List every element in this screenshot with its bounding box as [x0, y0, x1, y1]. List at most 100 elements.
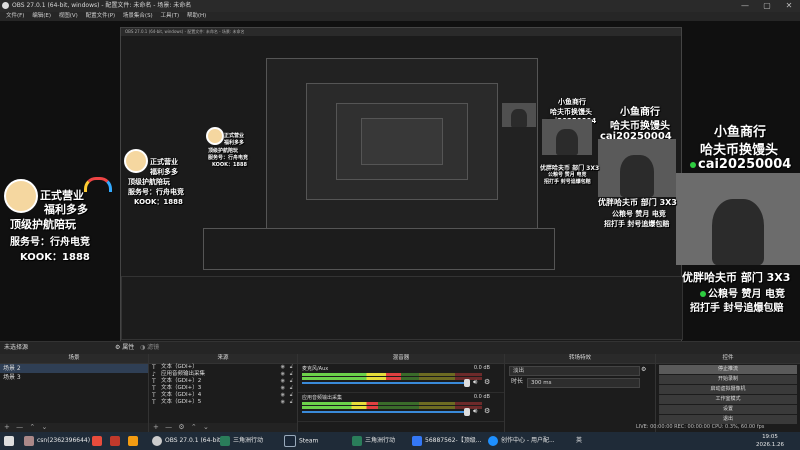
stream-sub2: 招打手 封号追爆包赔 [690, 303, 784, 314]
lock-icon[interactable]: 🔓︎ [290, 364, 293, 371]
minimize-button[interactable]: — [734, 0, 756, 12]
scene-item[interactable]: 场景 2 [0, 364, 148, 373]
taskbar-item-label: OBS 27.0.1 (64-bit... [165, 437, 227, 444]
add-transition-button[interactable]: ⚙ [641, 364, 646, 376]
duration-input[interactable]: 300 ms [527, 378, 640, 388]
source-item[interactable]: T 文本（GDI+）2 ◉ 🔓︎ [149, 378, 297, 385]
visibility-eye-icon[interactable]: ◉ [281, 371, 285, 378]
source-item[interactable]: T 文本（GDI+）3 ◉ 🔓︎ [149, 385, 297, 392]
duration-value: 300 ms [531, 380, 552, 386]
scene-item[interactable]: 场景 3 [0, 373, 148, 382]
mixer-channel: 麦克风/Aux 0.0 dB 🔊︎ ⚙ [298, 364, 504, 393]
taskbar-pinned-1[interactable] [92, 435, 105, 447]
taskbar-item-game-1[interactable]: 三角洲行动 [220, 435, 263, 447]
text-source-icon: T [152, 399, 156, 406]
move-source-up-button[interactable]: ⌃ [191, 423, 197, 431]
taskbar-item-chat[interactable]: 56887562-【顶级... [412, 435, 481, 447]
menu-profile[interactable]: 配置文件(P) [86, 12, 116, 21]
sources-header: 来源 [149, 354, 297, 364]
source-item[interactable]: ♪ 应用音频输出采集 ◉ 🔓︎ [149, 371, 297, 378]
menu-tools[interactable]: 工具(T) [160, 12, 179, 21]
studio-mode-button[interactable]: 工作室模式 [659, 395, 797, 404]
obs-app-icon [2, 2, 9, 9]
visibility-eye-icon[interactable]: ◉ [281, 364, 285, 371]
volume-slider-knob[interactable] [464, 408, 470, 416]
promo-line-5: KOOK：1888 [20, 252, 90, 263]
webcam-person [556, 129, 578, 155]
taskbar-pinned-3[interactable] [128, 435, 141, 447]
move-source-down-button[interactable]: ⌄ [203, 423, 209, 431]
filters-button[interactable]: ◑ 滤镜 [140, 342, 159, 354]
source-item[interactable]: T 文本（GDI+） ◉ 🔓︎ [149, 364, 297, 371]
game-icon [220, 435, 230, 446]
volume-slider[interactable] [302, 408, 470, 416]
gear-icon[interactable]: ⚙ [484, 407, 490, 415]
filters-label: 滤镜 [147, 344, 160, 351]
scenes-footer: + — ⌃ ⌄ [0, 423, 148, 432]
close-button[interactable]: ✕ [778, 0, 800, 12]
speaker-icon[interactable]: 🔊︎ [473, 407, 477, 416]
mixer-channel-name: 麦克风/Aux [302, 366, 329, 372]
lock-icon[interactable]: 🔓︎ [290, 392, 293, 399]
stop-streaming-button[interactable]: 停止推流 [659, 365, 797, 374]
exit-button[interactable]: 退出 [659, 415, 797, 424]
windows-start-icon [4, 435, 14, 446]
add-scene-button[interactable]: + [4, 423, 10, 431]
gear-icon[interactable]: ⚙ [484, 378, 490, 386]
visibility-eye-icon[interactable]: ◉ [281, 385, 285, 392]
source-item[interactable]: T 文本（GDI+）4 ◉ 🔓︎ [149, 392, 297, 399]
taskbar-pinned-2[interactable] [110, 435, 123, 447]
lock-icon[interactable]: 🔓︎ [290, 378, 293, 385]
source-item[interactable]: T 文本（GDI+）5 ◉ 🔓︎ [149, 399, 297, 406]
audio-meter-level [302, 402, 378, 405]
remove-source-button[interactable]: — [165, 423, 172, 431]
speaker-icon[interactable]: 🔊︎ [473, 378, 477, 387]
move-scene-down-button[interactable]: ⌄ [41, 423, 47, 431]
mixer-channel-db: 0.0 dB [473, 365, 490, 371]
settings-button[interactable]: 设置 [659, 405, 797, 414]
promo-echo2-line-3: 顶级护航陪玩 [208, 148, 239, 154]
start-recording-button[interactable]: 开始录制 [659, 375, 797, 384]
remove-scene-button[interactable]: — [16, 423, 23, 431]
transition-select[interactable]: 淡出 [509, 366, 640, 376]
scenes-dock: 场景 场景 2 场景 3 + — ⌃ ⌄ [0, 354, 149, 432]
volume-slider-knob[interactable] [464, 379, 470, 387]
maximize-button[interactable]: ▢ [756, 0, 778, 12]
mixer-channel-name: 应用音频输出采集 [302, 395, 343, 401]
game-icon [352, 435, 362, 446]
taskbar-item-browser[interactable]: 创作中心 - 用户配... [488, 435, 555, 447]
properties-button[interactable]: ⚙ 属性 [115, 342, 134, 354]
tray-lang[interactable]: 英 [576, 435, 582, 447]
audio-mixer-dock: 混音器 麦克风/Aux 0.0 dB 🔊︎ ⚙ 应用音频输出采集 0.0 dB … [298, 354, 505, 432]
taskbar-item-game-2[interactable]: 三角洲行动 [352, 435, 395, 447]
mixer-channel-db: 0.0 dB [473, 394, 490, 400]
stream-sub2-echo-2: 招打手 封号追爆包赔 [544, 179, 591, 185]
menu-scene-collection[interactable]: 场景集合(S) [123, 12, 153, 21]
clock[interactable]: 19:05 2026.1.26 [756, 433, 784, 448]
lock-icon[interactable]: 🔓︎ [290, 371, 293, 378]
menu-edit[interactable]: 编辑(E) [32, 12, 51, 21]
lock-icon[interactable]: 🔓︎ [290, 385, 293, 392]
visibility-eye-icon[interactable]: ◉ [281, 392, 285, 399]
preview-canvas[interactable]: OBS 27.0.1 (64-bit, windows) - 配置文件: 未命名… [0, 21, 800, 357]
move-scene-up-button[interactable]: ⌃ [29, 423, 35, 431]
visibility-eye-icon[interactable]: ◉ [281, 378, 285, 385]
start-virtual-camera-button[interactable]: 启动虚拟摄像机 [659, 385, 797, 394]
source-item-label: 文本（GDI+）4 [161, 392, 202, 398]
taskbar-item-qq[interactable]: csn(2362396644) [24, 435, 90, 447]
stream-sub: 公粮号 赞月 电竞 [700, 285, 785, 300]
add-source-button[interactable]: + [153, 423, 159, 431]
menu-help[interactable]: 帮助(H) [187, 12, 206, 21]
taskbar-item-obs[interactable]: OBS 27.0.1 (64-bit... [152, 435, 226, 447]
lock-icon[interactable]: 🔓︎ [290, 399, 293, 406]
source-item-label: 文本（GDI+） [161, 364, 198, 370]
volume-slider[interactable] [302, 379, 470, 387]
source-settings-button[interactable]: ⚙ [178, 423, 184, 431]
menu-view[interactable]: 视图(V) [59, 12, 78, 21]
start-button[interactable] [4, 435, 17, 447]
text-source-icon: T [152, 378, 156, 385]
menu-file[interactable]: 文件(F) [6, 12, 24, 21]
taskbar-item-steam[interactable]: Steam [284, 435, 318, 447]
visibility-eye-icon[interactable]: ◉ [281, 399, 285, 406]
webcam-tiny [502, 103, 536, 127]
